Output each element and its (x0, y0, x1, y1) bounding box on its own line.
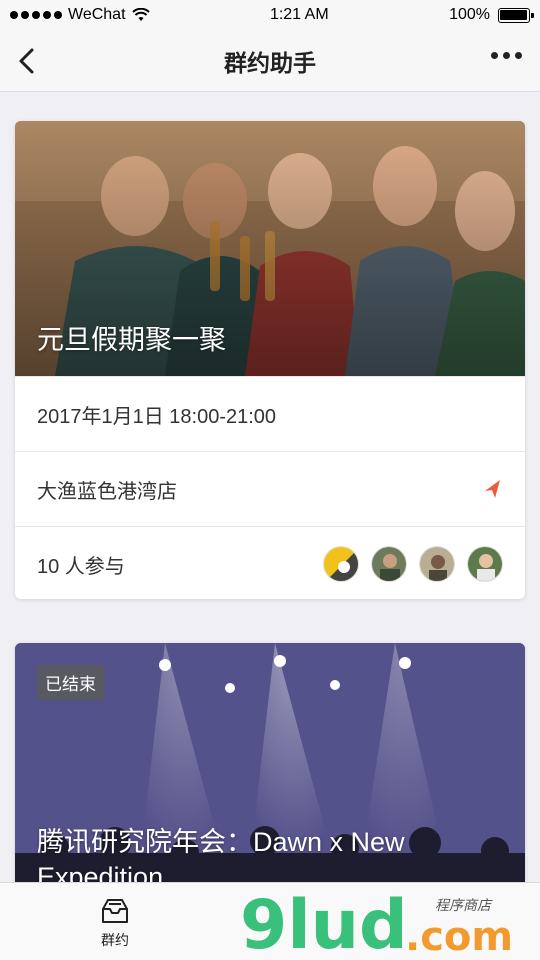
watermark-suffix: .com (405, 914, 513, 956)
event-cover-image: 元旦假期聚一聚 (15, 121, 525, 376)
event-datetime-row: 2017年1月1日 18:00-21:00 (15, 376, 525, 451)
battery-percent: 100% (449, 6, 490, 23)
event-title-line2: Expedition (37, 862, 164, 882)
participant-avatars[interactable] (323, 546, 503, 582)
event-participants: 10 人参与 (37, 555, 125, 578)
event-card[interactable]: 已结束 腾讯研究院年会：Dawn x New Expedition (15, 643, 525, 882)
event-cover-image: 已结束 腾讯研究院年会：Dawn x New Expedition (15, 643, 525, 882)
event-list: 元旦假期聚一聚 2017年1月1日 18:00-21:00 大渔蓝色港湾店 10… (0, 93, 540, 882)
tab-label: 群约 (101, 932, 129, 948)
avatar[interactable] (467, 546, 503, 582)
carrier-label: WeChat (68, 6, 126, 23)
event-title: 元旦假期聚一聚 (37, 325, 226, 355)
nav-bar: 群约助手 (0, 30, 540, 92)
event-participants-row[interactable]: 10 人参与 (15, 526, 525, 599)
status-time: 1:21 AM (269, 6, 329, 23)
status-right: 100% (449, 6, 534, 24)
status-badge: 已结束 (37, 665, 104, 700)
event-title: 腾讯研究院年会：Dawn x New Expedition (37, 825, 405, 882)
watermark-tagline: 程序商店 (435, 898, 493, 914)
signal-icon (10, 11, 62, 19)
location-arrow-icon[interactable] (481, 478, 503, 500)
tab-qunyue[interactable]: 群约 (80, 897, 150, 950)
status-left: WeChat (10, 6, 150, 24)
status-bar: WeChat 1:21 AM 100% (0, 0, 540, 30)
avatar[interactable] (371, 546, 407, 582)
event-location: 大渔蓝色港湾店 (37, 480, 177, 503)
avatar[interactable] (323, 546, 359, 582)
inbox-icon (102, 899, 128, 923)
watermark-logo: 9lud .com 程序商店 (240, 886, 530, 960)
more-icon[interactable] (491, 52, 522, 59)
event-card[interactable]: 元旦假期聚一聚 2017年1月1日 18:00-21:00 大渔蓝色港湾店 10… (15, 121, 525, 599)
wifi-icon (131, 8, 150, 21)
event-location-row[interactable]: 大渔蓝色港湾店 (15, 451, 525, 526)
page-title: 群约助手 (224, 49, 316, 76)
avatar[interactable] (419, 546, 455, 582)
battery-icon (497, 7, 534, 23)
watermark-brand: 9lud (240, 890, 408, 956)
event-datetime: 2017年1月1日 18:00-21:00 (37, 405, 277, 428)
event-title-line1: 腾讯研究院年会：Dawn x New (37, 827, 405, 857)
back-icon[interactable] (14, 46, 44, 76)
